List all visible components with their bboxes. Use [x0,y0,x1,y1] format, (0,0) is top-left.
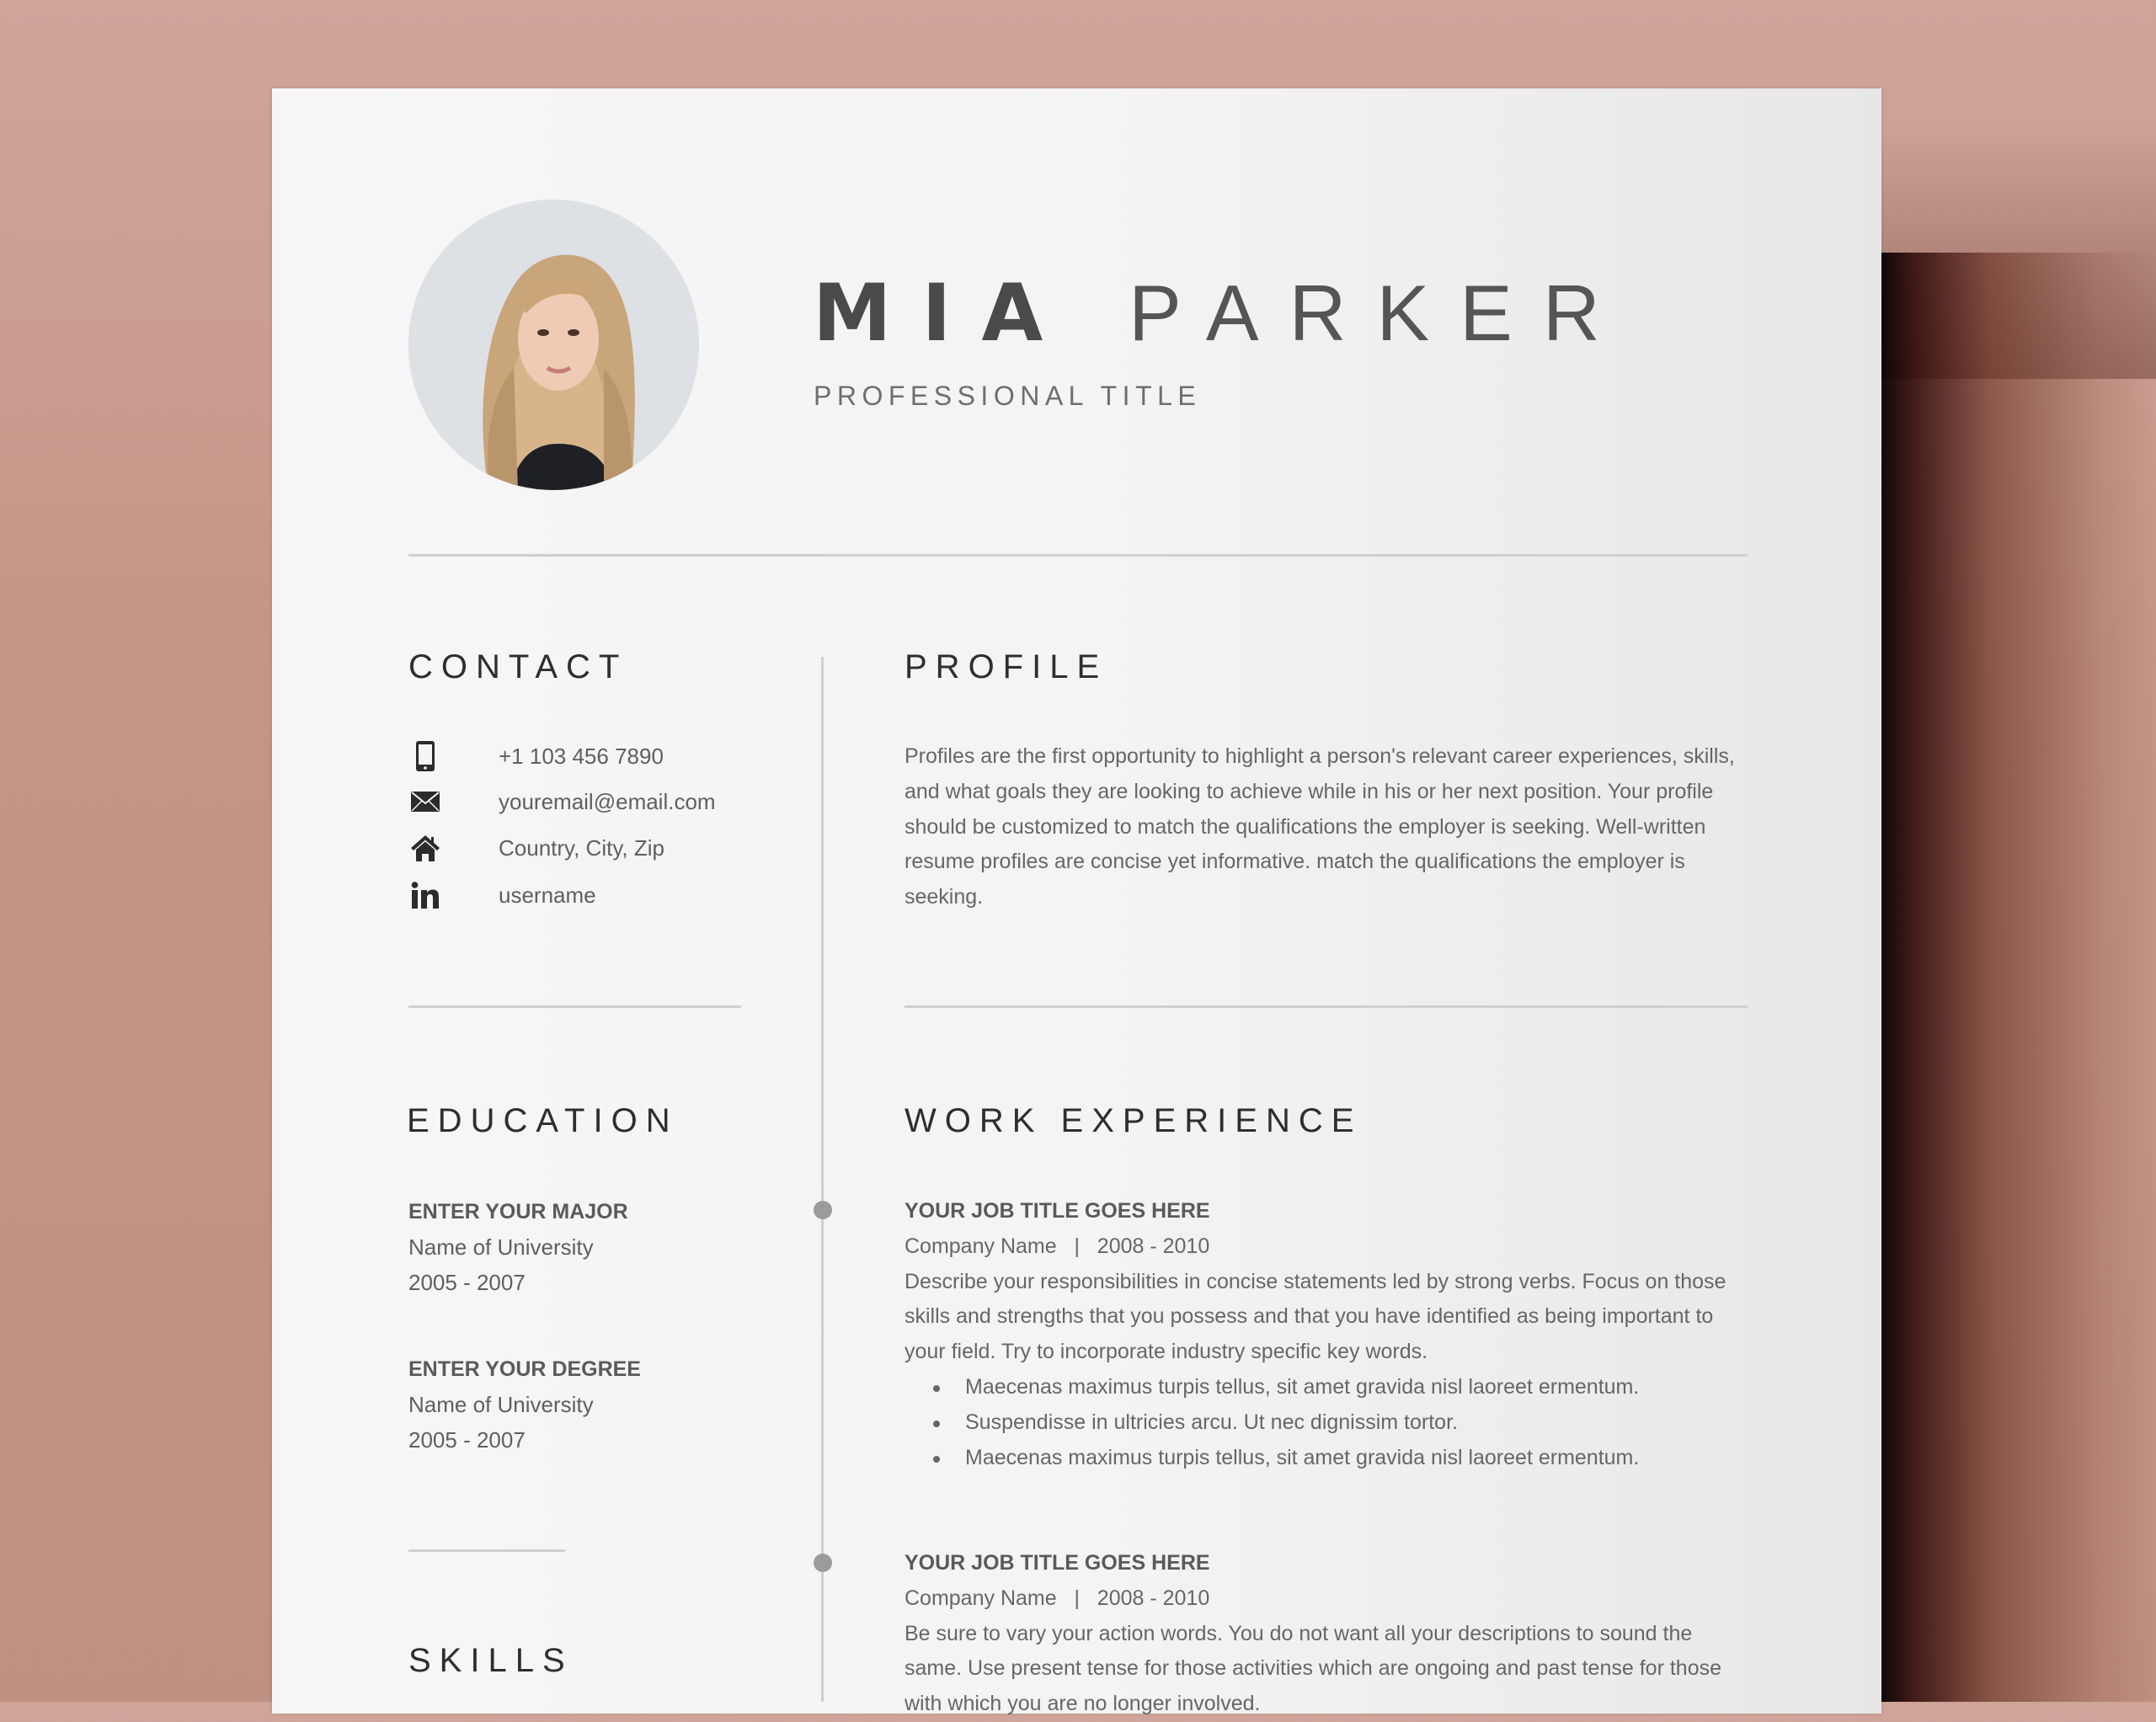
phone-number: +1 103 456 7890 [499,743,664,769]
job-description: Describe your responsibilities in concis… [905,1269,1726,1364]
education-heading: EDUCATION [407,1102,679,1139]
email-address: youremail@email.com [499,788,716,814]
location: Country, City, Zip [499,834,664,861]
timeline-dot [814,1201,832,1219]
education-title: ENTER YOUR DEGREE [408,1357,641,1381]
education-years: 2005 - 2007 [408,1427,526,1453]
profile-text: Profiles are the first opportunity to hi… [905,744,1735,909]
job-bullet: Maecenas maximus turpis tellus, sit amet… [933,1370,1755,1405]
company-line: Company Name | 2008 - 2010 [905,1586,1210,1610]
candidate-name: MIA PARKER [813,268,1630,360]
profile-photo [408,200,699,490]
skills-heading: SKILLS [408,1642,574,1679]
job-entry: YOUR JOB TITLE GOES HERE Company Name | … [905,1194,1755,1475]
job-bullet: Suspendisse in ultricies arcu. Ut nec di… [933,1405,1755,1441]
email-icon [408,785,442,818]
contact-phone: +1 103 456 7890 [408,739,664,773]
home-icon [408,831,442,865]
job-bullet: Maecenas maximus turpis tellus, sit amet… [933,1441,1755,1476]
job-description: Be sure to vary your action words. You d… [905,1621,1721,1716]
contact-email: youremail@email.com [408,785,716,818]
linkedin-username: username [499,882,596,908]
phone-icon [408,739,442,773]
job-entry: YOUR JOB TITLE GOES HERE Company Name | … [905,1546,1755,1722]
portrait-illustration [408,200,699,490]
last-name: PARKER [1129,269,1630,357]
first-name: MIA [813,268,1074,360]
timeline-line [821,657,824,1702]
education-school: Name of University [408,1392,594,1417]
contact-address: Country, City, Zip [408,831,664,865]
education-entry: ENTER YOUR DEGREE Name of University 200… [408,1351,641,1458]
profile-divider [905,1005,1748,1008]
work-experience-heading: WORK EXPERIENCE [905,1102,1363,1139]
timeline-dot [814,1554,832,1572]
education-entry: ENTER YOUR MAJOR Name of University 2005… [408,1194,628,1300]
contact-linkedin: username [408,878,596,912]
profile-heading: PROFILE [905,648,1108,685]
job-bullets: Maecenas maximus turpis tellus, sit amet… [905,1370,1755,1475]
professional-title: PROFESSIONAL TITLE [814,381,1202,411]
education-divider [408,1549,565,1552]
job-title: YOUR JOB TITLE GOES HERE [905,1199,1210,1223]
paper-shadow [1878,253,2156,1702]
company-line: Company Name | 2008 - 2010 [905,1234,1210,1258]
education-title: ENTER YOUR MAJOR [408,1200,628,1224]
contact-divider [408,1005,741,1008]
education-school: Name of University [408,1234,594,1260]
header-divider [408,554,1748,557]
job-title: YOUR JOB TITLE GOES HERE [905,1551,1210,1575]
contact-heading: CONTACT [408,648,628,685]
education-years: 2005 - 2007 [408,1270,526,1295]
wall-shadow [1878,126,2156,379]
linkedin-icon [408,878,442,912]
